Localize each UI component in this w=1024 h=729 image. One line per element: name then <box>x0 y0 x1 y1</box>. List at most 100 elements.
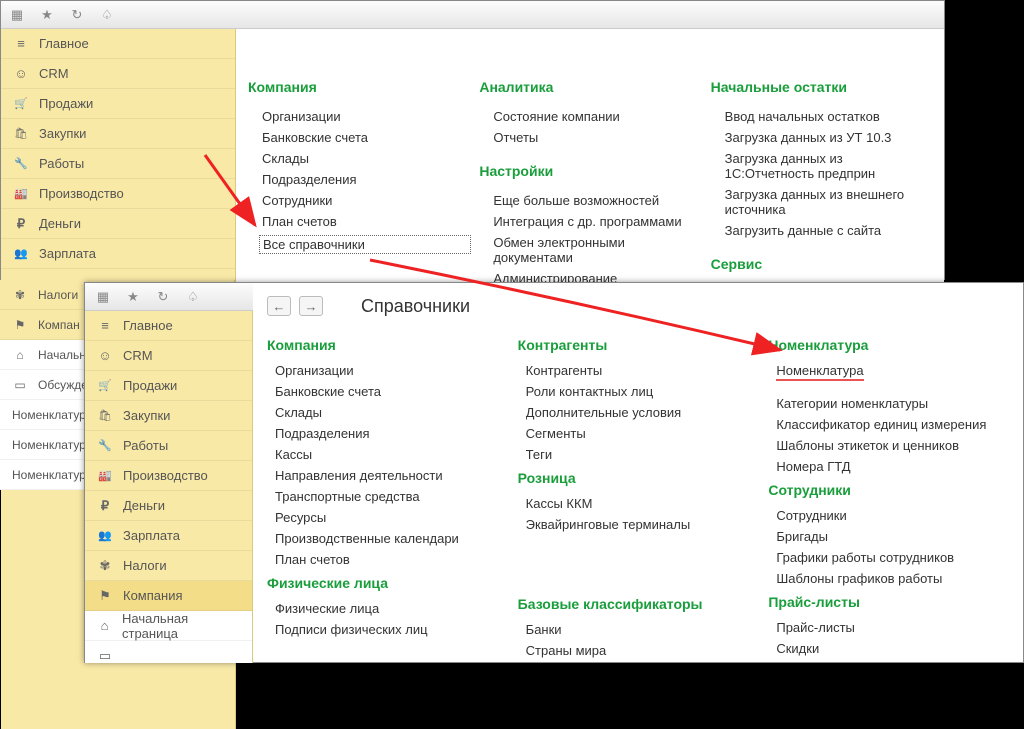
link-organizations[interactable]: Организации <box>275 363 508 378</box>
sidebar-item-label: Компания <box>123 588 183 603</box>
group-heading-base-classifiers: Базовые классификаторы <box>518 596 759 612</box>
sidebar-item[interactable]: Производство <box>85 461 252 491</box>
sidebar-item[interactable]: Деньги <box>85 491 252 521</box>
sidebar-item[interactable]: Продажи <box>1 89 235 119</box>
link-initial-entry[interactable]: Ввод начальных остатков <box>725 109 934 124</box>
link-employees[interactable]: Сотрудники <box>776 508 1009 523</box>
content: ← → Справочники Компания Организации Бан… <box>253 283 1023 662</box>
sidebar-item-label: Номенклатура <box>12 468 93 482</box>
forward-button[interactable]: → <box>299 296 323 316</box>
sidebar-item-label: CRM <box>123 348 153 363</box>
sidebar-item[interactable]: Деньги <box>1 209 235 239</box>
sidebar-item-label: Начальная страница <box>122 611 240 641</box>
sidebar-item-label: Продажи <box>123 378 177 393</box>
link-unit-classifier[interactable]: Классификатор единиц измерения <box>776 417 1009 432</box>
sidebar-item[interactable]: Закупки <box>85 401 252 431</box>
sidebar-item[interactable]: CRM <box>85 341 252 371</box>
link-employees[interactable]: Сотрудники <box>262 193 471 208</box>
link-gtd-numbers[interactable]: Номера ГТД <box>776 459 1009 474</box>
history-icon[interactable] <box>69 7 85 23</box>
favorites-icon[interactable] <box>125 289 141 305</box>
sidebar-item-discussion[interactable] <box>85 641 252 663</box>
link-banks[interactable]: Банки <box>526 622 759 637</box>
content-body: Компания Организации Банковские счета Ск… <box>253 329 1023 674</box>
link-warehouses[interactable]: Склады <box>275 405 508 420</box>
link-nomenclature-categories[interactable]: Категории номенклатуры <box>776 396 1009 411</box>
sidebar-item[interactable]: Работы <box>1 149 235 179</box>
favorites-icon[interactable] <box>39 7 55 23</box>
sidebar-item-label: Закупки <box>123 408 170 423</box>
link-production-calendars[interactable]: Производственные календари <box>275 531 508 546</box>
sidebar-item[interactable]: Главное <box>85 311 252 341</box>
notifications-icon[interactable] <box>99 7 115 23</box>
apps-icon[interactable] <box>95 289 111 305</box>
link-counterparties[interactable]: Контрагенты <box>526 363 759 378</box>
link-segments[interactable]: Сегменты <box>526 426 759 441</box>
back-button[interactable]: ← <box>267 296 291 316</box>
link-nomenclature[interactable]: Номенклатура <box>776 363 863 381</box>
link-discounts[interactable]: Скидки <box>776 641 1009 656</box>
sidebar-item[interactable]: Главное <box>1 29 235 59</box>
link-contact-roles[interactable]: Роли контактных лиц <box>526 384 759 399</box>
link-price-lists[interactable]: Прайс-листы <box>776 620 1009 635</box>
link-organizations[interactable]: Организации <box>262 109 471 124</box>
link-bank-accounts[interactable]: Банковские счета <box>262 130 471 145</box>
link-more-possibilities[interactable]: Еще больше возможностей <box>493 193 702 208</box>
link-all-catalogs[interactable]: Все справочники <box>259 235 471 254</box>
sidebar-item-label: Главное <box>123 318 173 333</box>
group-heading-settings: Настройки <box>479 163 702 179</box>
sidebar-item[interactable]: CRM <box>1 59 235 89</box>
link-individuals[interactable]: Физические лица <box>275 601 508 616</box>
link-reports[interactable]: Отчеты <box>493 130 702 145</box>
link-company-state[interactable]: Состояние компании <box>493 109 702 124</box>
link-load-ut-103[interactable]: Загрузка данных из УТ 10.3 <box>725 130 934 145</box>
link-bank-accounts[interactable]: Банковские счета <box>275 384 508 399</box>
link-activity-directions[interactable]: Направления деятельности <box>275 468 508 483</box>
apps-icon[interactable] <box>9 7 25 23</box>
company-icon <box>97 588 113 604</box>
sidebar-item[interactable]: Работы <box>85 431 252 461</box>
sidebar-item[interactable]: Производство <box>1 179 235 209</box>
link-kkm[interactable]: Кассы ККМ <box>526 496 759 511</box>
link-warehouses[interactable]: Склады <box>262 151 471 166</box>
link-load-external[interactable]: Загрузка данных из внешнего источника <box>725 187 934 217</box>
group-heading-service: Сервис <box>711 256 934 272</box>
link-tags[interactable]: Теги <box>526 447 759 462</box>
link-individual-signatures[interactable]: Подписи физических лиц <box>275 622 508 637</box>
link-account-plan[interactable]: План счетов <box>262 214 471 229</box>
sidebar-item[interactable]: Продажи <box>85 371 252 401</box>
notifications-icon[interactable] <box>185 289 201 305</box>
link-load-from-site[interactable]: Загрузить данные с сайта <box>725 223 934 238</box>
link-cash-registers[interactable]: Кассы <box>275 447 508 462</box>
link-integration[interactable]: Интеграция с др. программами <box>493 214 702 229</box>
history-icon[interactable] <box>155 289 171 305</box>
group-heading-counterparties: Контрагенты <box>518 337 759 353</box>
works-icon <box>13 156 29 172</box>
link-edoc-exchange[interactable]: Обмен электронными документами <box>493 235 702 265</box>
sidebar-item[interactable]: Зарплата <box>1 239 235 269</box>
link-schedule-templates[interactable]: Шаблоны графиков работы <box>776 571 1009 586</box>
link-vehicles[interactable]: Транспортные средства <box>275 489 508 504</box>
sidebar-item-label: Номенклатура <box>12 408 93 422</box>
link-label-templates[interactable]: Шаблоны этикеток и ценников <box>776 438 1009 453</box>
link-departments[interactable]: Подразделения <box>275 426 508 441</box>
link-additional-conditions[interactable]: Дополнительные условия <box>526 405 759 420</box>
sidebar-item[interactable]: Налоги <box>85 551 252 581</box>
sidebar-item-label: Налоги <box>123 558 167 573</box>
link-work-schedules[interactable]: Графики работы сотрудников <box>776 550 1009 565</box>
sidebar-item-label: Зарплата <box>39 246 96 261</box>
link-load-1c-report[interactable]: Загрузка данных из 1С:Отчетность предпри… <box>725 151 934 181</box>
sidebar-item-company[interactable]: Компания <box>85 581 252 611</box>
link-account-plan[interactable]: План счетов <box>275 552 508 567</box>
company-icon <box>12 317 28 333</box>
sidebar-item-home[interactable]: Начальная страница <box>85 611 252 641</box>
link-countries[interactable]: Страны мира <box>526 643 759 658</box>
sidebar-item-label: Зарплата <box>123 528 180 543</box>
link-departments[interactable]: Подразделения <box>262 172 471 187</box>
link-acquiring-terminals[interactable]: Эквайринговые терминалы <box>526 517 759 532</box>
sidebar-item[interactable]: Зарплата <box>85 521 252 551</box>
link-teams[interactable]: Бригады <box>776 529 1009 544</box>
home-icon <box>12 347 28 363</box>
sidebar-item[interactable]: Закупки <box>1 119 235 149</box>
link-resources[interactable]: Ресурсы <box>275 510 508 525</box>
